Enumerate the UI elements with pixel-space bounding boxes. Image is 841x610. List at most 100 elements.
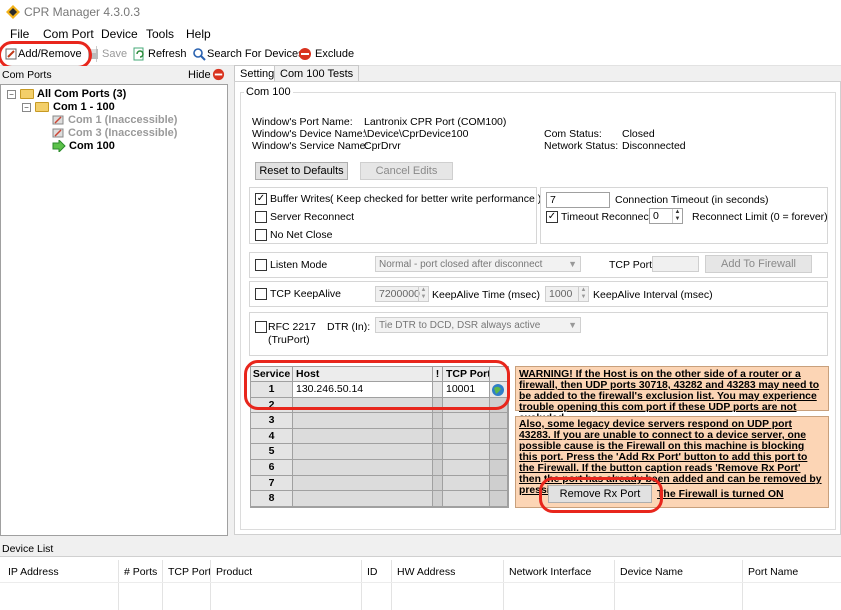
menu-help[interactable]: Help (186, 27, 211, 41)
menu-device[interactable]: Device (101, 27, 138, 41)
grid-row-service: 7 (251, 475, 293, 492)
chevron-down-icon: ▼ (568, 259, 577, 269)
column-divider (742, 560, 743, 610)
listen-mode-label: Listen Mode (270, 259, 328, 271)
dtr-selected: Tie DTR to DCD, DSR always active (379, 320, 541, 331)
device-col-num-ports[interactable]: # Ports (124, 566, 157, 578)
server-reconnect-checkbox[interactable] (255, 211, 267, 223)
listen-mode-checkbox[interactable] (255, 259, 267, 271)
column-divider (118, 560, 119, 610)
device-col-network-interface[interactable]: Network Interface (509, 566, 591, 578)
tree-group-com-1-100[interactable]: Com 1 - 100 (53, 101, 115, 114)
refresh-icon (133, 47, 144, 61)
listen-tcp-port-input[interactable] (652, 256, 699, 272)
timeout-reconnect-label: Timeout Reconnect (561, 211, 652, 223)
grid-cell-tcp-port[interactable] (443, 413, 490, 429)
add-to-firewall-button[interactable]: Add To Firewall (705, 255, 812, 273)
tab-com-100-tests[interactable]: Com 100 Tests (274, 65, 360, 82)
grid-cell-host[interactable] (293, 475, 433, 492)
grid-cell-tcp-port[interactable] (443, 444, 490, 460)
exclude-icon (299, 48, 311, 60)
keepalive-time-spinner[interactable]: ▲ ▼ (418, 287, 428, 301)
device-col-port-name[interactable]: Port Name (748, 566, 798, 578)
tree-item-com-100[interactable]: Com 100 (69, 140, 115, 153)
connection-timeout-label: Connection Timeout (in seconds) (615, 194, 769, 206)
grid-cell-action (490, 444, 508, 460)
tree-root-all-com-ports[interactable]: All Com Ports (3) (37, 88, 126, 101)
firewall-status-text: The Firewall is turned ON (657, 488, 784, 500)
server-reconnect-label: Server Reconnect (270, 211, 355, 223)
no-net-close-checkbox[interactable] (255, 229, 267, 241)
save-button[interactable]: Save (102, 48, 127, 60)
device-col-device-name[interactable]: Device Name (620, 566, 683, 578)
grid-row-service: 3 (251, 413, 293, 429)
column-divider (210, 560, 211, 610)
grid-cell-tcp-port[interactable] (443, 475, 490, 492)
tcp-keepalive-checkbox[interactable] (255, 288, 267, 300)
network-status-value: Disconnected (622, 140, 686, 152)
grid-cell-tcp-port[interactable] (443, 491, 490, 507)
refresh-button[interactable]: Refresh (148, 48, 187, 60)
column-divider (361, 560, 362, 610)
buffer-writes-note: ( Keep checked for better write performa… (330, 193, 542, 205)
grid-cell-host[interactable] (293, 413, 433, 429)
device-col-hw-address[interactable]: HW Address (397, 566, 455, 578)
device-col-product[interactable]: Product (216, 566, 252, 578)
reconnect-limit-label: Reconnect Limit (0 = forever) (692, 211, 828, 223)
info-label-device-name: Window's Device Name: (252, 128, 366, 140)
connection-timeout-input[interactable]: 7 (546, 192, 610, 208)
buffer-writes-checkbox[interactable]: ✓ (255, 193, 267, 205)
timeout-reconnect-checkbox[interactable]: ✓ (546, 211, 558, 223)
chevron-down-icon: ▼ (568, 320, 577, 330)
group-title: Com 100 (244, 86, 293, 98)
tree-collapse-group[interactable]: − (22, 103, 31, 112)
network-status-label: Network Status: (544, 140, 619, 152)
info-value-device-name: \Device\CprDevice100 (364, 128, 469, 140)
grid-cell-host[interactable] (293, 491, 433, 507)
grid-cell-tcp-port[interactable] (443, 460, 490, 476)
grid-cell-flag (433, 413, 443, 429)
search-devices-button[interactable]: Search For Devices (207, 48, 304, 60)
device-col-ip-address[interactable]: IP Address (8, 566, 59, 578)
info-label-port-name: Window's Port Name: (252, 116, 353, 128)
grid-cell-host[interactable] (293, 444, 433, 460)
menu-file[interactable]: File (10, 27, 29, 41)
info-value-port-name: Lantronix CPR Port (COM100) (364, 116, 507, 128)
grid-cell-action (490, 491, 508, 507)
hide-button[interactable]: Hide (188, 69, 211, 81)
grid-cell-flag (433, 444, 443, 460)
buffer-writes-label: Buffer Writes (270, 193, 331, 205)
reset-defaults-button[interactable]: Reset to Defaults (255, 162, 348, 180)
com-status-value: Closed (622, 128, 655, 140)
annotation-ring-add-remove (0, 41, 92, 69)
grid-cell-host[interactable] (293, 460, 433, 476)
grid-cell-action (490, 475, 508, 492)
grid-cell-tcp-port[interactable] (443, 428, 490, 445)
tree-item-com-1[interactable]: Com 1 (Inaccessible) (68, 114, 177, 127)
rfc2217-checkbox[interactable] (255, 321, 267, 333)
device-col-tcp-port[interactable]: TCP Port (168, 566, 211, 578)
grid-cell-host[interactable] (293, 428, 433, 445)
cancel-edits-button[interactable]: Cancel Edits (360, 162, 453, 180)
menu-tools[interactable]: Tools (146, 27, 174, 41)
exclude-button[interactable]: Exclude (315, 48, 354, 60)
keepalive-interval-spinner[interactable]: ▲ ▼ (578, 287, 588, 301)
tree-collapse-root[interactable]: − (7, 90, 16, 99)
folder-icon (20, 89, 34, 99)
grid-row-service: 4 (251, 428, 293, 445)
listen-mode-select[interactable]: Normal - port closed after disconnect ▼ (375, 256, 581, 272)
device-col-id[interactable]: ID (367, 566, 378, 578)
grid-row-service: 8 (251, 491, 293, 507)
grid-cell-action (490, 413, 508, 429)
tree-item-com-3[interactable]: Com 3 (Inaccessible) (68, 127, 177, 140)
port-inaccessible-icon (52, 128, 64, 138)
menu-com-port[interactable]: Com Port (43, 27, 94, 41)
column-divider (614, 560, 615, 610)
keepalive-time-label: KeepAlive Time (msec) (432, 289, 540, 301)
app-logo-icon (6, 5, 20, 19)
dtr-select[interactable]: Tie DTR to DCD, DSR always active ▼ (375, 317, 581, 333)
grid-row-service: 5 (251, 444, 293, 460)
device-list-header-bar (0, 540, 841, 556)
port-inaccessible-icon (52, 115, 64, 125)
reconnect-limit-spinner[interactable]: ▲ ▼ (672, 209, 682, 223)
